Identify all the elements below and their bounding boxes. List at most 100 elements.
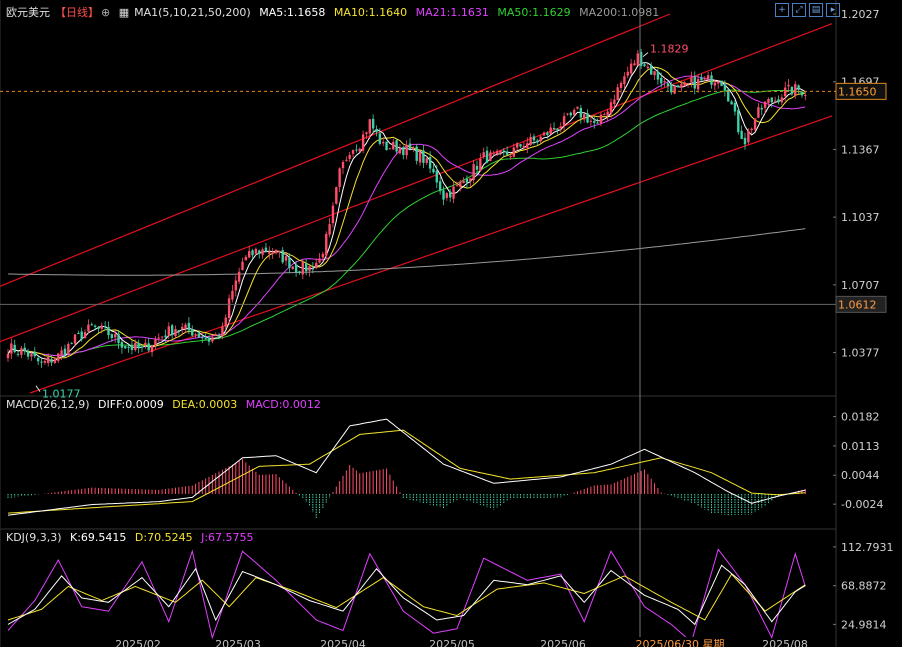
candle-body [666, 83, 670, 87]
candle-body [328, 224, 331, 235]
high-annotation: 1.1829 [650, 43, 689, 56]
candle-body [492, 152, 495, 154]
candle-body [70, 342, 73, 344]
candle-body [77, 332, 80, 334]
candle-body [211, 337, 214, 342]
macd-macd-value: MACD:0.0012 [245, 398, 321, 411]
candle-body [710, 75, 713, 85]
candle-body [804, 94, 807, 96]
candle-body [656, 71, 660, 80]
candle-body [452, 186, 455, 199]
candle-body [50, 359, 53, 363]
candle-body [191, 329, 194, 336]
symbol-label: 欧元美元 [6, 6, 50, 19]
candle-body [398, 147, 402, 154]
candle-body [261, 249, 264, 255]
candle-body [197, 333, 201, 338]
price-tick-label: 1.0377 [841, 347, 880, 360]
candle-body [60, 350, 63, 355]
candle-body [559, 126, 562, 129]
candle-body [526, 143, 529, 148]
candle-body [308, 266, 311, 271]
play-icon[interactable]: ▸ [826, 3, 840, 17]
candle-body [348, 154, 351, 159]
chart-icon[interactable]: ▤ [809, 3, 823, 17]
candle-body [207, 337, 211, 342]
kdj-tick-label: 68.8872 [841, 580, 887, 593]
candle-body [274, 249, 278, 254]
kdj-j-value: J:67.5755 [201, 531, 254, 544]
candle-body [385, 141, 388, 151]
candle-body [626, 71, 629, 76]
candle-body [623, 76, 626, 85]
candle-body [33, 351, 36, 357]
candle-body [660, 77, 663, 84]
candle-body [737, 110, 740, 133]
candle-body [90, 324, 93, 326]
candle-body [636, 53, 639, 66]
candle-body [13, 344, 16, 353]
ma-settings-icon[interactable]: ▦ [119, 6, 129, 19]
candle-body [435, 170, 438, 183]
candle-body [650, 65, 653, 75]
candle-body [767, 98, 770, 103]
price-tick-label: 1.0707 [841, 279, 880, 292]
candle-body [690, 77, 693, 82]
candle-body [254, 248, 258, 254]
candle-body [93, 325, 97, 327]
ma5-value: MA5:1.1658 [259, 6, 326, 19]
candle-body [388, 148, 392, 150]
x-tick-label: 2025/02 [115, 638, 161, 647]
period-label[interactable]: 【日线】 [55, 6, 99, 19]
candle-body [475, 165, 479, 170]
candle-body [224, 317, 227, 327]
candle-body [633, 63, 636, 66]
candle-body [53, 359, 57, 363]
candle-body [358, 148, 361, 152]
candle-body [248, 251, 251, 258]
candle-body [777, 99, 780, 103]
candle-body [412, 147, 415, 149]
candle-body [227, 298, 231, 319]
candle-body [422, 150, 425, 163]
candle-body [174, 328, 177, 337]
candle-body [395, 140, 398, 152]
candle-body [144, 342, 147, 346]
candle-body [415, 146, 418, 161]
ma50-line [7, 89, 806, 357]
zoom-in-icon[interactable]: + [775, 3, 789, 17]
candle-body [539, 136, 542, 142]
ma21-line [7, 75, 806, 357]
candle-body [653, 71, 656, 76]
kdj-tick-label: 112.7931 [841, 541, 894, 554]
kdj-k-value: K:69.5415 [70, 531, 127, 544]
candle-body [733, 102, 737, 112]
candle-body [683, 82, 686, 87]
candle-body [750, 128, 753, 131]
price-tick-label: 1.1037 [841, 211, 880, 224]
target-icon[interactable]: ⊕ [101, 6, 110, 19]
candle-body [790, 86, 794, 95]
x-tick-label: 2025/05 [429, 638, 475, 647]
kdj-d-value: D:70.5245 [134, 531, 193, 544]
candle-body [609, 102, 613, 114]
candle-body [723, 84, 727, 91]
candle-body [80, 331, 83, 340]
candle-body [800, 91, 804, 96]
candle-body [586, 113, 589, 123]
candle-body [194, 334, 197, 336]
candle-body [100, 325, 103, 329]
kdj-j-line [7, 548, 806, 643]
candle-body [103, 325, 107, 328]
candle-body [663, 81, 666, 83]
candle-body [482, 152, 485, 158]
candle-body [160, 336, 164, 338]
candle-body [770, 97, 773, 103]
ma5-line [7, 61, 806, 362]
candle-body [130, 345, 134, 350]
expand-icon[interactable]: ⤢ [792, 3, 806, 17]
chart-canvas[interactable]: 1.20271.16971.13671.10371.07071.03771.16… [0, 0, 902, 647]
candle-body [546, 132, 549, 135]
candle-body [700, 77, 703, 81]
candle-body [743, 137, 747, 145]
